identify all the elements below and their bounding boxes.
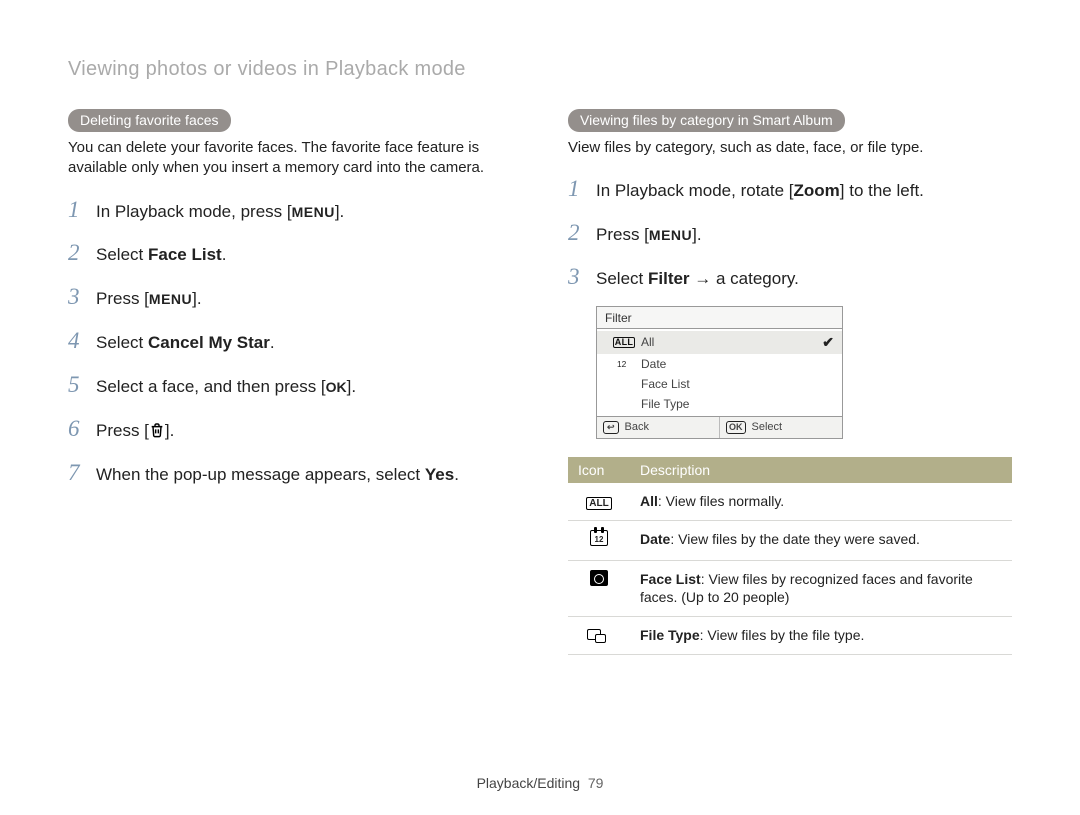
step-text: ]. [192,289,201,308]
step-bold: Filter [648,269,690,288]
file-type-icon [568,617,630,655]
step-text: Press [ [96,421,149,440]
step-4: Select Cancel My Star. [68,326,512,356]
step-text: . [454,465,459,484]
face-icon [615,377,633,391]
table-header-row: Icon Description [568,457,1012,483]
right-column: Viewing files by category in Smart Album… [568,109,1012,655]
step-text: Press [ [596,225,649,244]
steps-list: In Playback mode, rotate [Zoom] to the l… [568,174,1012,292]
step-7: When the pop-up message appears, select … [68,458,512,488]
filter-menu-list: ALL All ✔ 12 Date Face List File Type [596,328,843,417]
select-label: Select [752,421,783,433]
ok-icon: OK [726,421,746,434]
calendar-icon: 12 [568,520,630,560]
back-button[interactable]: ↩ Back [597,417,719,438]
step-bold: Cancel My Star [148,333,270,352]
step-text: Select [96,245,148,264]
cell-description: Face List: View files by recognized face… [630,560,1012,617]
menu-button-label: MENU [292,204,335,220]
step-2: Press [MENU]. [568,218,1012,248]
filter-option-file-type[interactable]: File Type [597,394,842,414]
step-bold: Face List [148,245,222,264]
filter-option-label: Face List [641,377,690,391]
step-text: In Playback mode, press [ [96,202,292,221]
step-text: ]. [347,377,356,396]
table-row: ALL All: View files normally. [568,483,1012,520]
calendar-icon: 12 [615,357,633,371]
page-footer: Playback/Editing 79 [0,775,1080,791]
step-text: ]. [165,421,174,440]
step-bold: Zoom [794,181,840,200]
filter-option-date[interactable]: 12 Date [597,354,842,374]
step-text: Select [96,333,148,352]
all-icon: ALL [615,335,633,349]
cell-description: All: View files normally. [630,483,1012,520]
step-text: In Playback mode, rotate [ [596,181,794,200]
filter-option-label: File Type [641,397,689,411]
section-pill-viewing-files-by-category: Viewing files by category in Smart Album [568,109,845,132]
step-text: → [690,269,716,288]
table-row: 12 Date: View files by the date they wer… [568,520,1012,560]
cell-description: File Type: View files by the file type. [630,617,1012,655]
footer-section: Playback/Editing [477,775,581,791]
steps-list: In Playback mode, press [MENU]. Select F… [68,195,512,488]
all-icon: ALL [568,483,630,520]
file-type-icon [615,397,633,411]
back-icon: ↩ [603,421,619,434]
th-description: Description [630,457,1012,483]
select-button[interactable]: OK Select [719,417,842,438]
step-2: Select Face List. [68,238,512,268]
intro-text: You can delete your favorite faces. The … [68,138,512,179]
section-pill-deleting-favorite-faces: Deleting favorite faces [68,109,231,132]
back-label: Back [625,421,649,433]
step-5: Select a face, and then press [OK]. [68,370,512,400]
menu-button-label: MENU [649,227,692,243]
checkmark-icon: ✔ [822,334,834,351]
left-column: Deleting favorite faces You can delete y… [68,109,512,655]
step-1: In Playback mode, rotate [Zoom] to the l… [568,174,1012,204]
step-text: ]. [692,225,701,244]
icon-description-table: Icon Description ALL All: View files nor… [568,457,1012,655]
page-heading: Viewing photos or videos in Playback mod… [68,58,1012,81]
cell-description: Date: View files by the date they were s… [630,520,1012,560]
face-icon [568,560,630,617]
table-row: Face List: View files by recognized face… [568,560,1012,617]
filter-menu-footer: ↩ Back OK Select [596,417,843,439]
step-text: . [270,333,275,352]
filter-option-face-list[interactable]: Face List [597,374,842,394]
step-text: Select [596,269,648,288]
table-row: File Type: View files by the file type. [568,617,1012,655]
step-text: a category. [716,269,799,288]
step-text: . [222,245,227,264]
step-text: ]. [335,202,344,221]
step-text: Press [ [96,289,149,308]
filter-menu-screenshot: Filter ALL All ✔ 12 Date Face List Fil [596,306,843,439]
menu-button-label: MENU [149,291,192,307]
th-icon: Icon [568,457,630,483]
step-text: Select a face, and then press [ [96,377,326,396]
filter-menu-title: Filter [596,306,843,328]
filter-option-label: Date [641,357,666,371]
trash-icon [149,421,165,440]
step-6: Press []. [68,414,512,444]
filter-option-label: All [641,335,654,349]
step-1: In Playback mode, press [MENU]. [68,195,512,225]
step-text: ] to the left. [840,181,924,200]
intro-text: View files by category, such as date, fa… [568,138,1012,158]
filter-option-all[interactable]: ALL All ✔ [597,331,842,354]
ok-button-label: OK [326,379,347,395]
step-3: Select Filter → a category. [568,262,1012,292]
step-bold: Yes [425,465,454,484]
step-text: When the pop-up message appears, select [96,465,425,484]
page-number: 79 [588,775,604,791]
step-3: Press [MENU]. [68,282,512,312]
